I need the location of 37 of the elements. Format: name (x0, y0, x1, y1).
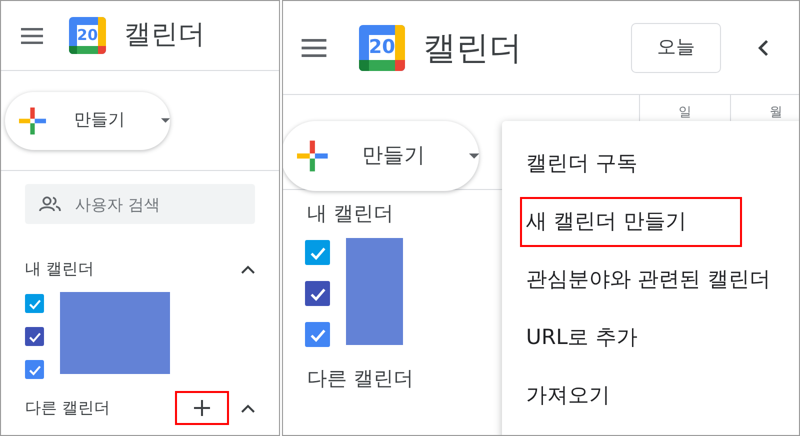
checkbox[interactable] (305, 281, 330, 306)
create-button[interactable]: 만들기 (5, 92, 170, 150)
menu-item[interactable]: 가져오기 (520, 371, 630, 421)
menu-item[interactable]: 관심분야와 관련된 캘린더 (520, 255, 790, 305)
chevron-up-icon[interactable] (241, 404, 255, 412)
people-icon (39, 196, 61, 212)
checkbox[interactable] (305, 322, 330, 347)
menu-icon[interactable] (301, 38, 327, 56)
caret-icon (161, 118, 170, 123)
app-title: 캘린더 (423, 26, 522, 69)
weekday-label: 월 (770, 104, 782, 122)
plus-icon (297, 138, 328, 174)
chevron-up-icon[interactable] (241, 264, 255, 274)
section-title: 다른 캘린더 (25, 397, 110, 419)
menu-item[interactable]: URL로 추가 (520, 313, 658, 363)
chevron-left-icon[interactable] (757, 38, 769, 56)
section-title: 내 캘린더 (307, 200, 394, 227)
menu-item[interactable]: 새 캘린더 만들기 (520, 197, 742, 247)
weekday-label: 일 (678, 104, 692, 122)
checkbox[interactable] (25, 327, 44, 346)
search-field[interactable]: 사용자 검색 (25, 184, 255, 224)
today-button[interactable]: 오늘 (631, 22, 721, 72)
menu-icon[interactable] (21, 28, 43, 44)
plus-icon (19, 106, 46, 136)
section-title: 내 캘린더 (25, 258, 94, 280)
checkbox[interactable] (305, 240, 330, 265)
section-title: 다른 캘린더 (307, 365, 414, 392)
menu-item[interactable]: 캘린더 구독 (520, 139, 658, 189)
calendar-logo: 20 (359, 24, 405, 70)
plus-icon (194, 400, 210, 416)
add-button[interactable] (175, 391, 229, 425)
calendar-logo: 20 (69, 17, 106, 54)
checkbox[interactable] (25, 360, 44, 379)
app-title: 캘린더 (124, 18, 205, 52)
checkbox[interactable] (25, 294, 44, 313)
caret-icon (468, 153, 479, 159)
create-button[interactable]: 만들기 (283, 121, 479, 191)
